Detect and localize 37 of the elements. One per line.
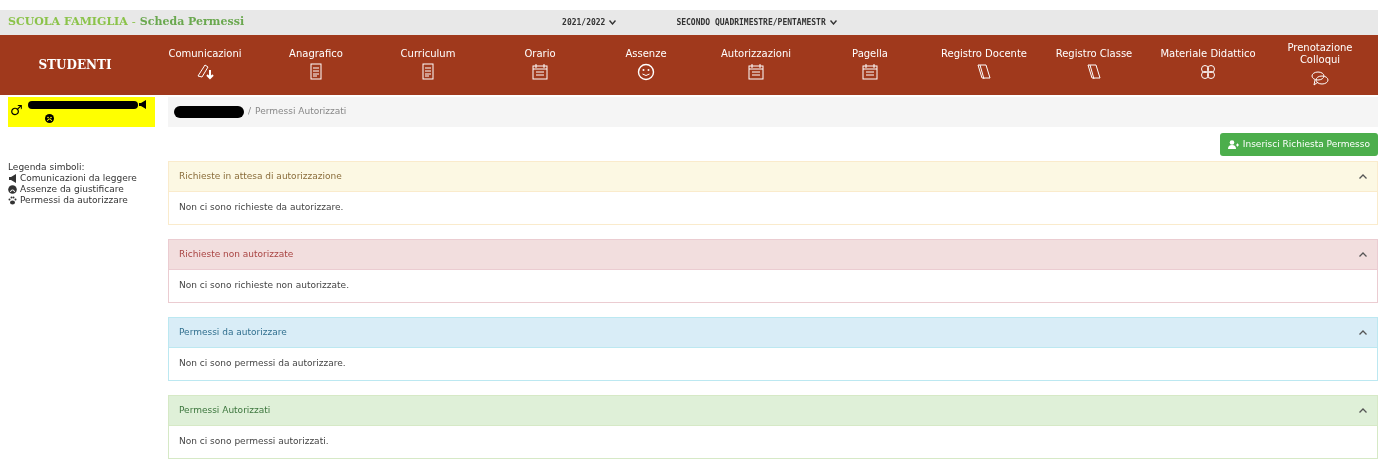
nav-item[interactable]: Orario (484, 35, 596, 95)
panel-text: Non ci sono permessi autorizzati. (179, 435, 329, 449)
page-title: Scheda Permessi (139, 14, 245, 31)
panel-header[interactable]: Richieste non autorizzate (169, 240, 1377, 269)
panel-title: Permessi Autorizzati (179, 403, 271, 417)
panel-header[interactable]: Permessi Autorizzati (169, 396, 1377, 425)
panel-title: Permessi da autorizzare (179, 325, 287, 339)
breadcrumb-separator: / (247, 105, 253, 119)
nav-item[interactable]: Anagrafico (260, 35, 372, 95)
nav-item[interactable]: Assenze (596, 35, 696, 95)
panel-title: Richieste in attesa di autorizzazione (179, 169, 342, 183)
panel-text: Non ci sono richieste da autorizzare. (179, 201, 344, 215)
nav-item[interactable]: Pagella (816, 35, 924, 95)
nav-item[interactable]: Comunicazioni (150, 35, 260, 95)
title-separator: - (130, 14, 137, 31)
panel-text: Non ci sono permessi da autorizzare. (179, 357, 346, 371)
nav-item[interactable]: Prenotazione Colloqui (1272, 35, 1368, 95)
student-card[interactable]: ♂ (8, 97, 155, 127)
legend-item: Assenze da giustificare (20, 184, 124, 195)
app-title: SCUOLA FAMIGLIA (7, 14, 128, 31)
gender-symbol: ♂ (10, 103, 23, 117)
nav-item[interactable]: Autorizzazioni (696, 35, 816, 95)
panel-header[interactable]: Permessi da autorizzare (169, 318, 1377, 347)
brand-title[interactable]: STUDENTI (38, 56, 112, 74)
nav-item[interactable]: Curriculum (372, 35, 484, 95)
panel-text: Non ci sono richieste non autorizzate. (179, 279, 349, 293)
legend-title: Legenda simboli: (8, 162, 86, 173)
panel-header[interactable]: Richieste in attesa di autorizzazione (169, 162, 1377, 191)
breadcrumb-item: Permessi Autorizzati (255, 105, 347, 119)
nav-item[interactable]: Materiale Didattico (1144, 35, 1272, 95)
legend-item: Permessi da autorizzare (20, 195, 128, 206)
legend-item: Comunicazioni da leggere (20, 173, 137, 184)
year-select[interactable]: 2021/2022 (562, 16, 617, 29)
period-select[interactable]: SECONDO QUADRIMESTRE/PENTAMESTR (676, 16, 837, 29)
panel-title: Richieste non autorizzate (179, 247, 294, 261)
nav-item[interactable]: Registro Classe (1044, 35, 1144, 95)
nav-item[interactable]: Registro Docente (924, 35, 1044, 95)
